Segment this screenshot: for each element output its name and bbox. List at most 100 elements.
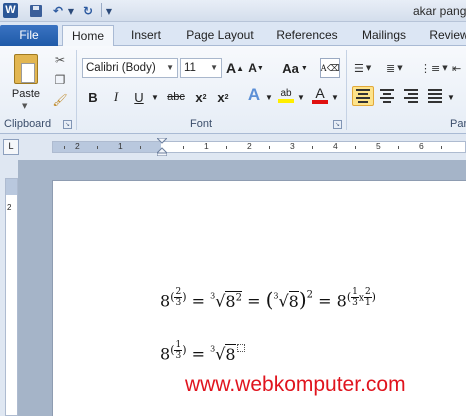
undo-dropdown[interactable]: ▼ <box>66 3 76 19</box>
shrink-font-button[interactable]: A ▼ <box>248 59 264 77</box>
tab-page-layout[interactable]: Page Layout <box>180 25 260 46</box>
underline-dropdown[interactable]: ▼ <box>150 88 160 106</box>
eq2-exponent-placeholder[interactable] <box>236 343 245 352</box>
eq2-exp-den: 3 <box>175 351 182 361</box>
highlight-button[interactable]: ab <box>276 86 296 104</box>
italic-button[interactable]: I <box>107 88 125 106</box>
format-painter-button[interactable]: 🖌 <box>52 92 68 108</box>
ruler-tick <box>269 146 270 149</box>
font-size-select[interactable]: 11 ▼ <box>180 58 222 78</box>
superscript-button[interactable]: x2 <box>214 88 232 106</box>
tab-references[interactable]: References <box>270 25 344 46</box>
chevron-down-icon: ▼ <box>365 64 372 72</box>
align-line <box>356 97 370 99</box>
eq1-f1-den: 3 <box>352 298 358 308</box>
change-case-button[interactable]: Aa ▼ <box>280 59 310 77</box>
tab-mailings[interactable]: Mailings <box>353 25 415 46</box>
eq1-frac2: 21 <box>363 287 372 308</box>
highlight-color-swatch <box>278 98 294 103</box>
customize-qat-button[interactable]: ▼ <box>104 3 114 19</box>
numbering-button[interactable]: ≣ ▼ <box>386 58 410 78</box>
tab-selector[interactable]: L <box>3 139 19 155</box>
font-group-label: Font <box>190 118 213 130</box>
highlight-dropdown[interactable]: ▼ <box>296 88 306 106</box>
eq1-paren-close: ) <box>298 287 307 312</box>
font-color-button[interactable]: A <box>310 86 330 104</box>
horizontal-ruler[interactable]: 2 1 1 2 3 4 5 6 <box>52 138 466 156</box>
justify-dropdown[interactable]: ▼ <box>446 88 456 106</box>
vertical-ruler-margin <box>6 179 17 195</box>
superscript-x: x <box>217 89 225 105</box>
eq2-exp-fraction: 13 <box>174 340 183 361</box>
decrease-indent-button[interactable]: ⇤ <box>452 58 466 78</box>
align-right-button[interactable] <box>400 86 422 106</box>
eq1-outer-exp: 2 <box>306 289 314 301</box>
redo-button[interactable]: ↻ <box>80 3 96 19</box>
bold-button[interactable]: B <box>84 88 102 106</box>
clear-formatting-button[interactable]: A⌫ <box>320 58 340 78</box>
scissors-icon: ✂ <box>54 53 66 67</box>
font-launcher[interactable]: ↘ <box>333 120 342 129</box>
font-name-select[interactable]: Calibri (Body) ▼ <box>82 58 178 78</box>
undo-button[interactable]: ↶ <box>50 3 66 19</box>
ruler-tick <box>183 146 184 149</box>
shrink-font-label: A <box>248 61 257 75</box>
align-line <box>428 97 442 99</box>
ribbon-tabs: File Home Insert Page Layout References … <box>0 22 466 47</box>
equation-1[interactable]: 8(2 3) = 3√82 = (3√8)2 = 8(1 3 x 2 1) <box>160 287 376 312</box>
ruler-tick <box>140 146 141 149</box>
word-app-icon[interactable]: W <box>3 3 18 18</box>
clipboard-launcher[interactable]: ↘ <box>63 120 72 129</box>
justify-icon <box>428 89 442 91</box>
indent-marker-icon[interactable] <box>157 138 167 156</box>
align-right-icon <box>404 89 418 91</box>
align-center-button[interactable] <box>376 86 398 106</box>
align-line <box>380 97 394 99</box>
eq1-frac1: 13 <box>351 287 359 308</box>
font-color-label: A <box>315 85 325 101</box>
ruler-label: 2 <box>247 141 252 151</box>
text-effects-label: A <box>247 85 261 104</box>
tab-insert[interactable]: Insert <box>122 25 170 46</box>
eq1-radical: √ <box>215 291 226 311</box>
underline-button[interactable]: U <box>130 88 148 106</box>
brush-icon: 🖌 <box>52 93 68 107</box>
vertical-ruler[interactable]: 2 <box>5 178 18 416</box>
tab-file[interactable]: File <box>0 25 58 46</box>
tab-home[interactable]: Home <box>62 25 114 47</box>
cut-button[interactable]: ✂ <box>52 52 68 68</box>
chevron-down-icon: ▼ <box>300 64 308 72</box>
equation-2[interactable]: 8(1 3) = 3√8 <box>160 340 245 364</box>
eq2-base: 8 <box>160 344 171 364</box>
text-effects-dropdown[interactable]: ▼ <box>264 88 274 106</box>
bullets-button[interactable]: ☰ ▼ <box>354 58 378 78</box>
paste-button[interactable]: Paste ▼ <box>6 52 46 114</box>
font-color-dropdown[interactable]: ▼ <box>330 88 340 106</box>
subscript-button[interactable]: x2 <box>192 88 210 106</box>
align-left-button[interactable] <box>352 86 374 106</box>
eq1-f2-num: 2 <box>363 287 372 298</box>
ruler-bar: L 2 1 1 2 3 4 5 6 <box>0 134 466 160</box>
ruler-tick <box>312 146 313 149</box>
ruler-label: 4 <box>333 141 338 151</box>
tab-review[interactable]: Review <box>424 25 466 46</box>
grow-font-button[interactable]: A ▲ <box>226 59 244 77</box>
copy-button[interactable]: ❐ <box>52 72 68 88</box>
save-button[interactable] <box>28 3 44 19</box>
chevron-down-icon: ▼ <box>265 92 273 102</box>
group-separator <box>346 50 347 130</box>
eq1-radicand-exp: 2 <box>235 292 242 304</box>
paragraph-group-label: Para <box>450 118 466 130</box>
ruler-label: 1 <box>118 141 123 151</box>
align-line <box>358 101 368 103</box>
caret-down-icon: ▼ <box>256 64 264 72</box>
justify-button[interactable] <box>424 86 446 106</box>
eq1-f2-den: 1 <box>364 298 371 308</box>
strikethrough-button[interactable]: abc <box>164 88 188 106</box>
multilevel-list-button[interactable]: ⋮≡ ▼ <box>420 58 448 78</box>
chevron-down-icon: ▼ <box>397 64 403 72</box>
chevron-down-icon: ▼ <box>22 102 28 110</box>
text-effects-button[interactable]: A <box>244 85 264 104</box>
subscript-2: 2 <box>202 93 207 101</box>
clipboard-group-label: Clipboard <box>4 118 52 130</box>
